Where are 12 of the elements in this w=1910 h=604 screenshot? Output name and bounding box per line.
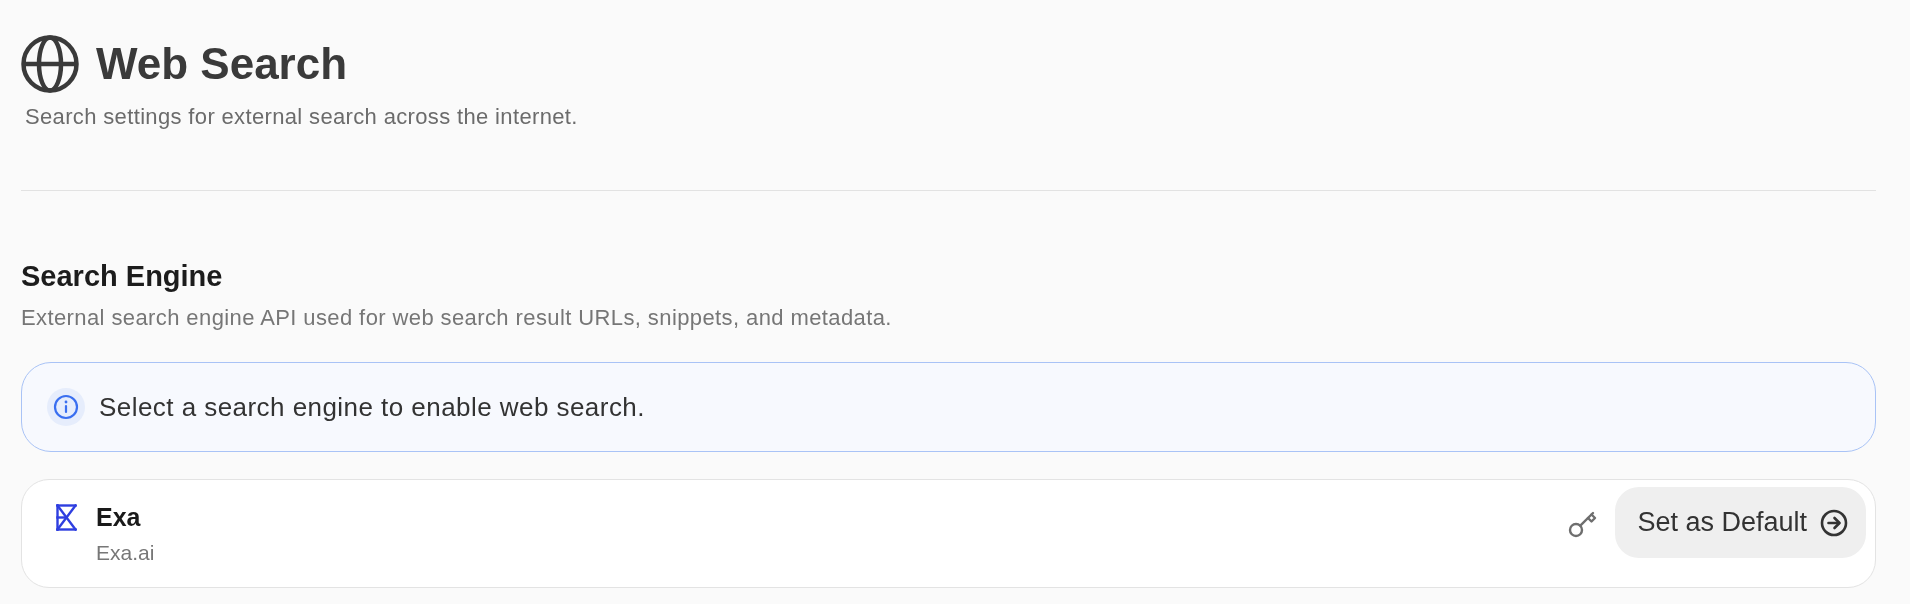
set-default-button[interactable]: Set as Default — [1615, 487, 1866, 558]
page-subtitle: Search settings for external search across the internet. — [25, 104, 579, 130]
arrow-right-circle-icon — [1820, 508, 1848, 537]
info-icon — [47, 388, 85, 426]
provider-domain: Exa.ai — [96, 540, 155, 566]
page-title: Web Search — [96, 38, 348, 90]
notice-text: Select a search engine to enable web search. — [99, 391, 645, 423]
section-description: External search engine API used for web search result URLs, snippets, and metadata. — [21, 305, 893, 331]
globe-icon — [21, 35, 79, 93]
provider-name: Exa — [96, 503, 142, 531]
section-title: Search Engine — [21, 259, 224, 293]
logo-icon — [56, 504, 77, 531]
